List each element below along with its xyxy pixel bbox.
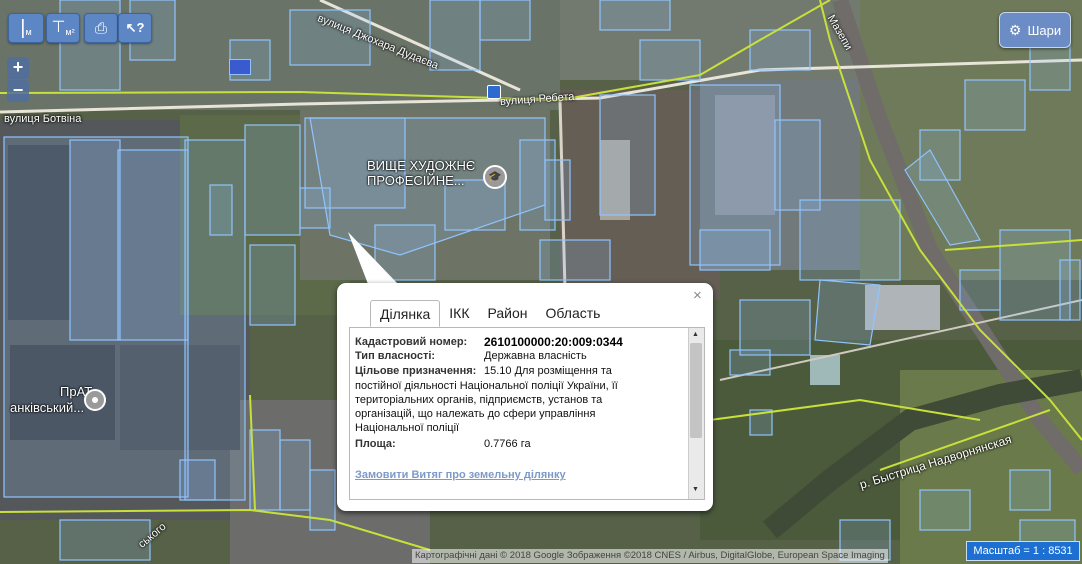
purpose-value: 15.10 Для розміщення та xyxy=(484,365,612,377)
measure-length-button[interactable]: | м xyxy=(8,13,44,43)
scroll-down-icon[interactable]: ▼ xyxy=(692,486,699,493)
poi-marker-icon[interactable] xyxy=(84,389,106,411)
poi-label: ПРОФЕСІЙНЕ... xyxy=(367,173,465,188)
purpose-key: Цільове призначення: xyxy=(355,365,477,377)
printer-icon: ⎙ xyxy=(94,19,107,37)
tab-parcel[interactable]: Ділянка xyxy=(370,300,441,327)
scale-indicator: Масштаб = 1 : 8531 xyxy=(966,541,1080,561)
zoom-in-button[interactable]: + xyxy=(7,57,29,79)
purpose-value: Національної поліції xyxy=(355,422,460,434)
print-button[interactable]: ⎙ xyxy=(84,13,118,43)
layers-button[interactable]: ⚙ Шари xyxy=(999,12,1071,48)
close-icon[interactable]: × xyxy=(693,287,702,304)
parcel-highlight xyxy=(229,59,251,75)
cadastral-key: Кадастровий номер: xyxy=(355,336,468,348)
popup-tabs: Ділянка ІКК Район Область xyxy=(370,300,609,327)
scroll-up-icon[interactable]: ▲ xyxy=(692,331,699,338)
cursor-question-icon: ↖? xyxy=(125,20,145,35)
identify-button[interactable]: ↖? xyxy=(118,13,152,43)
parcel-info-popup: × Ділянка ІКК Район Область Кадастровий … xyxy=(337,283,713,511)
purpose-value: постійної діяльності Національної поліці… xyxy=(355,380,618,392)
poi-label: ВИЩЕ ХУДОЖНЄ xyxy=(367,158,476,173)
order-extract-link[interactable]: Замовити Витяг про земельну ділянку xyxy=(355,469,566,481)
scroll-thumb[interactable] xyxy=(690,343,702,438)
tab-ikk[interactable]: ІКК xyxy=(440,300,478,327)
area-value: 0.7766 га xyxy=(484,438,531,450)
parcel-info-panel: Кадастровий номер: 2610100000:20:009:034… xyxy=(349,327,705,500)
measure-area-button[interactable]: ⊤ м² xyxy=(46,13,80,43)
poi-label: анківський... xyxy=(10,400,85,415)
bus-stop-icon[interactable] xyxy=(487,85,501,99)
ownership-key: Тип власності: xyxy=(355,350,436,362)
popup-scrollbar[interactable]: ▲ ▼ xyxy=(688,328,704,499)
area-ruler-icon: ⊤ xyxy=(51,19,66,36)
ownership-value: Державна власність xyxy=(484,350,587,362)
tab-region[interactable]: Область xyxy=(537,300,610,327)
zoom-out-button[interactable]: − xyxy=(7,80,29,102)
map-attribution: Картографічні дані © 2018 Google Зображе… xyxy=(412,549,888,563)
purpose-value: територіальних органів, підприємств, уст… xyxy=(355,394,603,406)
purpose-value: організацій, що належать до сфери управл… xyxy=(355,408,596,420)
school-icon[interactable]: 🎓 xyxy=(483,165,507,189)
street-label: вулиця Ботвіна xyxy=(4,113,82,125)
area-key: Площа: xyxy=(355,438,396,450)
cadastral-value: 2610100000:20:009:0344 xyxy=(484,335,623,349)
gear-icon: ⚙ xyxy=(1008,21,1022,38)
tab-district[interactable]: Район xyxy=(479,300,537,327)
